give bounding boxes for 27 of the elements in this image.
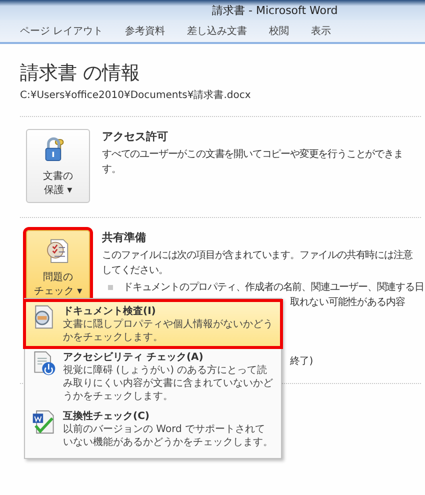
dropdown-button[interactable]: 文書の 保護 ▾	[26, 129, 90, 203]
menu-item-title: ドキュメント検査(I)	[63, 304, 157, 318]
document-check-icon	[31, 409, 57, 435]
menu-item-title: 互換性チェック(C)	[63, 410, 150, 423]
bullet-text: ドキュメントのプロパティ、作成者の名前、関連ユーザー、関連する日	[123, 280, 424, 295]
menu-item[interactable]: ドキュメント検査(I) 文書に隠しプロパティや個人情報がないかどうかをチェックします。	[25, 301, 281, 347]
menu-item-title: アクセシビリティ チェック(A)	[63, 350, 204, 364]
section-description: すべてのユーザーがこの文書を開いてコピーや変更を行うことができます。	[102, 148, 404, 177]
section-title: アクセス許可	[102, 129, 169, 144]
window-title: 請求書 - Microsoft Word	[212, 2, 338, 18]
menu-item-description: 視覚に障碍 (しょうがい) のある方にとって読み取りにくい内容が文書に含まれていないかどうかをチェックします。	[63, 364, 274, 403]
menu-item-description: 以前のバージョンの Word でサポートされていない機能があるかどうかをチェックします。	[63, 423, 274, 449]
ribbon-tab[interactable]: 表示	[311, 24, 332, 38]
ribbon-tab[interactable]: 差し込み文書	[187, 24, 248, 38]
bullet-icon	[108, 285, 113, 290]
section-description: このファイルには次の項目が含まれています。ファイルの共有時には注意してください。	[102, 248, 414, 278]
file-path: C:¥Users¥office2010¥Documents¥請求書.docx	[20, 88, 252, 102]
menu-item[interactable]: アクセシビリティ チェック(A) 視覚に障碍 (しょうがい) のある方にとって読み取りにくい内容が文書に含まれていないかどうかをチェックします。	[25, 347, 281, 406]
menu-item[interactable]: 互換性チェック(C) 以前のバージョンの Word でサポートされていない機能があるかどうかをチェックします。	[25, 406, 281, 452]
partial-text: 終了)	[290, 355, 313, 369]
partial-text: 取れない可能性がある内容	[290, 296, 406, 310]
ribbon-tab[interactable]: ページ レイアウト	[20, 24, 104, 38]
ribbon-tab[interactable]: 参考資料	[125, 24, 166, 38]
ribbon-tab[interactable]: 校閲	[269, 24, 290, 38]
section-title: 共有準備	[102, 230, 147, 245]
menu-item-description: 文書に隠しプロパティや個人情報がないかどうかをチェックします。	[63, 318, 274, 344]
page-heading: 請求書 の情報	[20, 61, 142, 86]
